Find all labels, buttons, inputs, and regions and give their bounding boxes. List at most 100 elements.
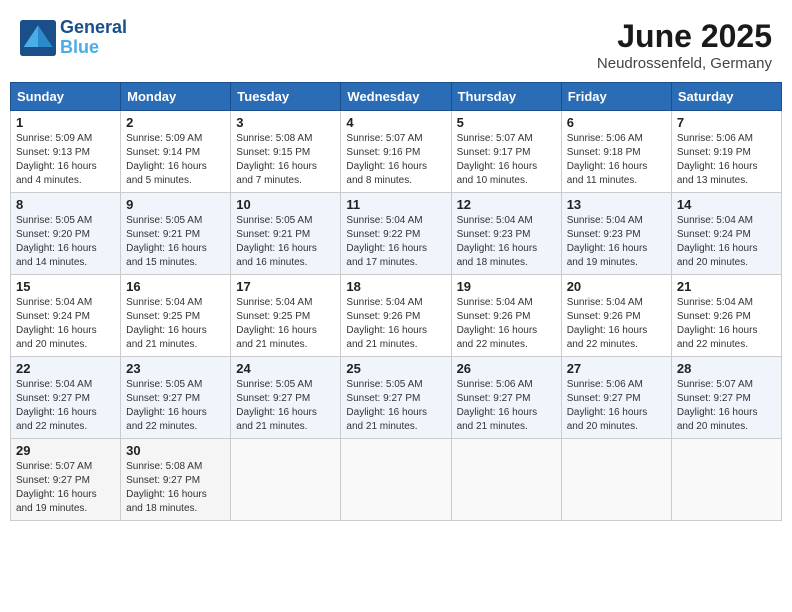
day-number: 3 (236, 115, 335, 130)
calendar-week-row: 29Sunrise: 5:07 AMSunset: 9:27 PMDayligh… (11, 439, 782, 521)
day-number: 2 (126, 115, 225, 130)
day-number: 13 (567, 197, 666, 212)
day-info: Sunrise: 5:06 AMSunset: 9:27 PMDaylight:… (457, 378, 556, 434)
day-info: Sunrise: 5:04 AMSunset: 9:26 PMDaylight:… (677, 296, 776, 352)
day-number: 18 (346, 279, 445, 294)
day-info: Sunrise: 5:05 AMSunset: 9:21 PMDaylight:… (126, 214, 225, 270)
day-number: 27 (567, 361, 666, 376)
day-number: 26 (457, 361, 556, 376)
logo-icon (20, 20, 56, 56)
day-info: Sunrise: 5:05 AMSunset: 9:20 PMDaylight:… (16, 214, 115, 270)
calendar-cell: 21 Sunrise: 5:04 AMSunset: 9:26 PMDayligh… (671, 275, 781, 357)
calendar-cell (231, 439, 341, 521)
day-number: 28 (677, 361, 776, 376)
day-number: 23 (126, 361, 225, 376)
calendar-week-row: 22 Sunrise: 5:04 AMSunset: 9:27 PMDayligh… (11, 357, 782, 439)
calendar-cell (341, 439, 451, 521)
calendar-cell: 1 Sunrise: 5:09 AMSunset: 9:13 PMDaylight… (11, 111, 121, 193)
calendar-cell: 4Sunrise: 5:07 AMSunset: 9:16 PMDaylight… (341, 111, 451, 193)
day-info: Sunrise: 5:04 AMSunset: 9:27 PMDaylight:… (16, 378, 115, 434)
day-info: Sunrise: 5:09 AMSunset: 9:13 PMDaylight:… (16, 132, 115, 188)
calendar-cell: 9 Sunrise: 5:05 AMSunset: 9:21 PMDaylight… (121, 193, 231, 275)
calendar-cell: 18 Sunrise: 5:04 AMSunset: 9:26 PMDayligh… (341, 275, 451, 357)
calendar-cell: 15 Sunrise: 5:04 AMSunset: 9:24 PMDayligh… (11, 275, 121, 357)
calendar-cell (561, 439, 671, 521)
calendar-cell: 16Sunrise: 5:04 AMSunset: 9:25 PMDayligh… (121, 275, 231, 357)
calendar-cell: 25 Sunrise: 5:05 AMSunset: 9:27 PMDayligh… (341, 357, 451, 439)
day-info: Sunrise: 5:06 AMSunset: 9:18 PMDaylight:… (567, 132, 666, 188)
day-number: 1 (16, 115, 115, 130)
day-info: Sunrise: 5:08 AMSunset: 9:27 PMDaylight:… (126, 460, 225, 516)
day-number: 6 (567, 115, 666, 130)
calendar-cell: 8Sunrise: 5:05 AMSunset: 9:20 PMDaylight… (11, 193, 121, 275)
day-info: Sunrise: 5:08 AMSunset: 9:15 PMDaylight:… (236, 132, 335, 188)
calendar-cell (451, 439, 561, 521)
day-info: Sunrise: 5:06 AMSunset: 9:19 PMDaylight:… (677, 132, 776, 188)
calendar-table: SundayMondayTuesdayWednesdayThursdayFrid… (10, 82, 782, 521)
day-info: Sunrise: 5:05 AMSunset: 9:27 PMDaylight:… (236, 378, 335, 434)
title-block: June 2025 Neudrossenfeld, Germany (597, 18, 772, 72)
day-info: Sunrise: 5:04 AMSunset: 9:26 PMDaylight:… (567, 296, 666, 352)
day-info: Sunrise: 5:04 AMSunset: 9:25 PMDaylight:… (126, 296, 225, 352)
calendar-cell: 12Sunrise: 5:04 AMSunset: 9:23 PMDayligh… (451, 193, 561, 275)
calendar-week-row: 1 Sunrise: 5:09 AMSunset: 9:13 PMDaylight… (11, 111, 782, 193)
day-info: Sunrise: 5:07 AMSunset: 9:17 PMDaylight:… (457, 132, 556, 188)
day-info: Sunrise: 5:04 AMSunset: 9:25 PMDaylight:… (236, 296, 335, 352)
calendar-cell (671, 439, 781, 521)
logo: General Blue (20, 18, 127, 58)
day-info: Sunrise: 5:05 AMSunset: 9:27 PMDaylight:… (346, 378, 445, 434)
calendar-header-row: SundayMondayTuesdayWednesdayThursdayFrid… (11, 83, 782, 111)
header-saturday: Saturday (671, 83, 781, 111)
day-info: Sunrise: 5:04 AMSunset: 9:24 PMDaylight:… (16, 296, 115, 352)
calendar-cell: 28 Sunrise: 5:07 AMSunset: 9:27 PMDayligh… (671, 357, 781, 439)
day-number: 10 (236, 197, 335, 212)
calendar-cell: 19 Sunrise: 5:04 AMSunset: 9:26 PMDayligh… (451, 275, 561, 357)
calendar-cell: 26 Sunrise: 5:06 AMSunset: 9:27 PMDayligh… (451, 357, 561, 439)
calendar-cell: 3 Sunrise: 5:08 AMSunset: 9:15 PMDaylight… (231, 111, 341, 193)
day-number: 9 (126, 197, 225, 212)
logo-blue: Blue (60, 38, 127, 58)
day-info: Sunrise: 5:06 AMSunset: 9:27 PMDaylight:… (567, 378, 666, 434)
calendar-cell: 11 Sunrise: 5:04 AMSunset: 9:22 PMDayligh… (341, 193, 451, 275)
day-info: Sunrise: 5:07 AMSunset: 9:16 PMDaylight:… (346, 132, 445, 188)
day-number: 24 (236, 361, 335, 376)
day-info: Sunrise: 5:05 AMSunset: 9:27 PMDaylight:… (126, 378, 225, 434)
calendar-cell: 6 Sunrise: 5:06 AMSunset: 9:18 PMDaylight… (561, 111, 671, 193)
day-number: 7 (677, 115, 776, 130)
calendar-cell: 17Sunrise: 5:04 AMSunset: 9:25 PMDayligh… (231, 275, 341, 357)
calendar-cell: 14 Sunrise: 5:04 AMSunset: 9:24 PMDayligh… (671, 193, 781, 275)
calendar-cell: 30 Sunrise: 5:08 AMSunset: 9:27 PMDayligh… (121, 439, 231, 521)
day-info: Sunrise: 5:04 AMSunset: 9:24 PMDaylight:… (677, 214, 776, 270)
logo-text: General Blue (60, 18, 127, 58)
header-thursday: Thursday (451, 83, 561, 111)
day-info: Sunrise: 5:04 AMSunset: 9:26 PMDaylight:… (346, 296, 445, 352)
calendar-cell: 23 Sunrise: 5:05 AMSunset: 9:27 PMDayligh… (121, 357, 231, 439)
day-info: Sunrise: 5:07 AMSunset: 9:27 PMDaylight:… (16, 460, 115, 516)
day-number: 14 (677, 197, 776, 212)
calendar-cell: 10 Sunrise: 5:05 AMSunset: 9:21 PMDayligh… (231, 193, 341, 275)
calendar-cell: 29Sunrise: 5:07 AMSunset: 9:27 PMDayligh… (11, 439, 121, 521)
calendar-week-row: 15 Sunrise: 5:04 AMSunset: 9:24 PMDayligh… (11, 275, 782, 357)
day-number: 12 (457, 197, 556, 212)
month-title: June 2025 (597, 18, 772, 55)
day-number: 22 (16, 361, 115, 376)
calendar-cell: 13Sunrise: 5:04 AMSunset: 9:23 PMDayligh… (561, 193, 671, 275)
day-number: 25 (346, 361, 445, 376)
day-number: 15 (16, 279, 115, 294)
calendar-week-row: 8Sunrise: 5:05 AMSunset: 9:20 PMDaylight… (11, 193, 782, 275)
calendar-cell: 27 Sunrise: 5:06 AMSunset: 9:27 PMDayligh… (561, 357, 671, 439)
calendar-cell: 20Sunrise: 5:04 AMSunset: 9:26 PMDayligh… (561, 275, 671, 357)
day-info: Sunrise: 5:07 AMSunset: 9:27 PMDaylight:… (677, 378, 776, 434)
calendar-cell: 5Sunrise: 5:07 AMSunset: 9:17 PMDaylight… (451, 111, 561, 193)
location-title: Neudrossenfeld, Germany (597, 55, 772, 72)
calendar-cell: 7 Sunrise: 5:06 AMSunset: 9:19 PMDaylight… (671, 111, 781, 193)
day-number: 30 (126, 443, 225, 458)
day-info: Sunrise: 5:05 AMSunset: 9:21 PMDaylight:… (236, 214, 335, 270)
day-number: 21 (677, 279, 776, 294)
header-monday: Monday (121, 83, 231, 111)
day-info: Sunrise: 5:04 AMSunset: 9:26 PMDaylight:… (457, 296, 556, 352)
day-number: 11 (346, 197, 445, 212)
day-number: 19 (457, 279, 556, 294)
day-info: Sunrise: 5:04 AMSunset: 9:22 PMDaylight:… (346, 214, 445, 270)
header-friday: Friday (561, 83, 671, 111)
